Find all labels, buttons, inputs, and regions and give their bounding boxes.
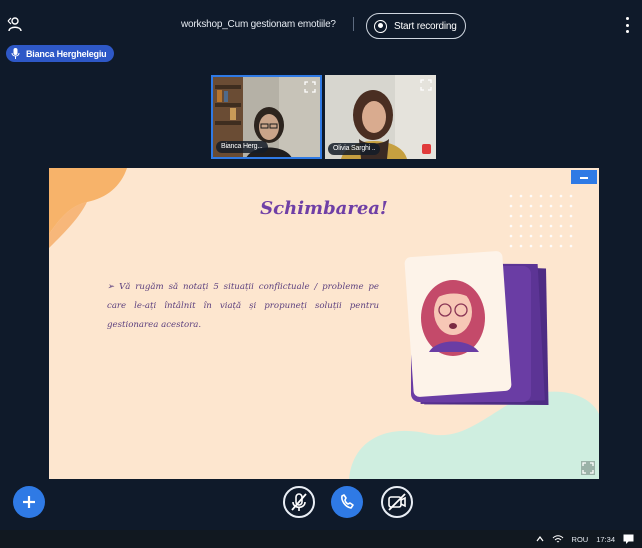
start-recording-button[interactable]: Start recording [366, 13, 466, 39]
presentation-slide: Schimbarea! ➢ Vă rugăm să notați 5 situa… [49, 168, 599, 479]
participant-name: Olivia Sarghi .. [328, 143, 381, 155]
divider [353, 17, 354, 31]
more-options-icon[interactable] [624, 17, 630, 33]
record-icon [374, 19, 387, 33]
users-icon[interactable] [6, 16, 22, 32]
share-webcam-button[interactable] [381, 486, 413, 518]
meeting-title: workshop_Cum gestionam emotiile? [181, 19, 336, 30]
video-tile-bianca[interactable]: Bianca Herg... [211, 75, 322, 159]
top-bar: workshop_Cum gestionam emotiile? Start r… [0, 0, 642, 44]
meeting-controls [0, 486, 642, 526]
microphone-icon [11, 48, 20, 59]
clock[interactable]: 17:34 [596, 535, 615, 544]
presenter-name: Bianca Herghelegiu [26, 48, 107, 59]
video-tile-olivia[interactable]: Olivia Sarghi .. [325, 75, 436, 159]
input-language[interactable]: ROU [572, 535, 589, 544]
slide-bullet-text: ➢ Vă rugăm să notați 5 situații conflict… [107, 282, 379, 330]
chevron-up-icon[interactable] [536, 535, 544, 543]
notifications-icon[interactable] [623, 534, 634, 544]
expand-icon[interactable] [420, 79, 432, 91]
slide-title: Schimbarea! [260, 198, 388, 219]
mic-muted-icon [422, 144, 431, 154]
minimize-slide-button[interactable] [571, 170, 597, 184]
leave-audio-button[interactable] [331, 486, 363, 518]
participant-name: Bianca Herg... [216, 141, 268, 153]
actions-add-button[interactable] [13, 486, 45, 518]
camera-off-icon [388, 493, 406, 511]
mute-microphone-button[interactable] [283, 486, 315, 518]
system-tray: ROU 17:34 [536, 530, 634, 548]
fullscreen-icon[interactable] [581, 461, 595, 475]
phone-icon [341, 494, 354, 509]
plus-icon [23, 496, 35, 508]
os-taskbar: ROU 17:34 [0, 530, 642, 548]
presenter-badge[interactable]: Bianca Herghelegiu [6, 45, 115, 62]
start-recording-label: Start recording [394, 20, 457, 32]
expand-icon[interactable] [304, 81, 316, 93]
mic-off-icon [291, 493, 307, 511]
wifi-icon[interactable] [552, 534, 564, 544]
